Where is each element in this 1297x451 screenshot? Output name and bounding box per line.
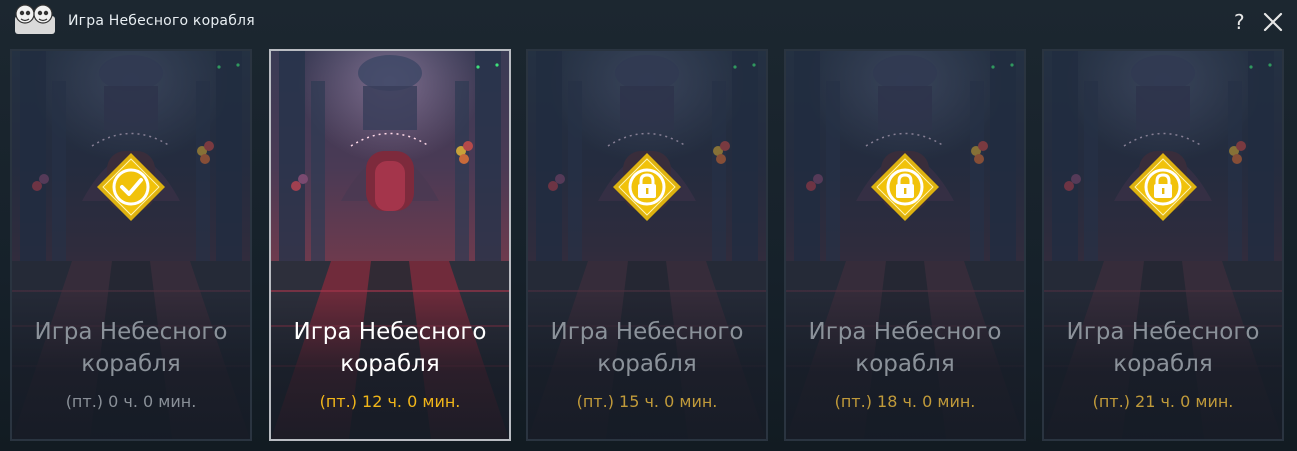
card-start-time: (пт.) 15 ч. 0 мин. xyxy=(576,392,718,411)
lock-badge-icon xyxy=(871,153,939,221)
card-start-time: (пт.) 12 ч. 0 мин. xyxy=(319,392,461,411)
session-card-locked[interactable]: Игра Небесного корабля (пт.) 15 ч. 0 мин. xyxy=(526,49,768,441)
check-badge-icon xyxy=(97,153,165,221)
window-title: Игра Небесного корабля xyxy=(68,13,255,29)
mascot-logo-icon xyxy=(15,4,55,34)
card-start-time: (пт.) 0 ч. 0 мин. xyxy=(65,392,197,411)
card-start-time: (пт.) 21 ч. 0 мин. xyxy=(1092,392,1234,411)
card-title: Игра Небесного корабля xyxy=(293,319,487,377)
card-title: Игра Небесного корабля xyxy=(550,319,744,377)
card-title: Игра Небесного корабля xyxy=(34,319,228,377)
help-icon[interactable]: ? xyxy=(1234,10,1245,34)
lock-badge-icon xyxy=(1129,153,1197,221)
card-start-time: (пт.) 18 ч. 0 мин. xyxy=(834,392,976,411)
window-titlebar: Игра Небесного корабля ? xyxy=(0,0,1297,44)
lock-badge-icon xyxy=(613,153,681,221)
close-icon[interactable] xyxy=(1263,12,1283,32)
session-card-locked[interactable]: Игра Небесного корабля (пт.) 18 ч. 0 мин. xyxy=(784,49,1026,441)
card-title: Игра Небесного корабля xyxy=(1066,319,1260,377)
card-title: Игра Небесного корабля xyxy=(808,319,1002,377)
session-card-active[interactable]: Игра Небесного корабля (пт.) 12 ч. 0 мин. xyxy=(269,49,511,441)
session-card-completed[interactable]: Игра Небесного корабля (пт.) 0 ч. 0 мин. xyxy=(10,49,252,441)
session-card-locked[interactable]: Игра Небесного корабля (пт.) 21 ч. 0 мин. xyxy=(1042,49,1284,441)
